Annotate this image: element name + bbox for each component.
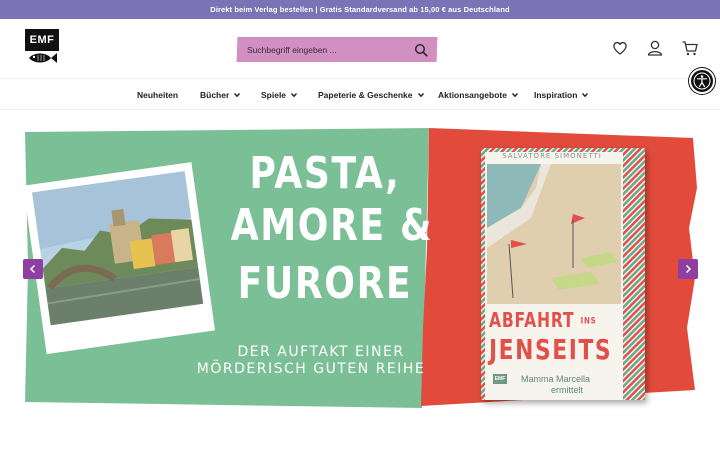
main-nav: Neuheiten Bücher Spiele Papeterie & Gesc… <box>0 78 720 110</box>
nav-item-neuheiten[interactable]: Neuheiten <box>137 79 178 110</box>
subline-1: DER AUFTAKT EINER <box>237 344 405 360</box>
book-title-line-1: ABFAHRT INS <box>489 308 597 332</box>
book-publisher-logo: EMF <box>493 374 507 384</box>
nav-item-label: Spiele <box>261 89 287 100</box>
headline-line-3: FURORE <box>237 258 413 309</box>
book-author: SALVATORE SIMONETTI <box>502 152 602 160</box>
accessibility-icon <box>693 72 711 90</box>
nav-item-aktionsangebote[interactable]: Aktionsangebote <box>438 79 519 110</box>
search-bar[interactable] <box>236 37 438 62</box>
chevron-down-icon <box>417 92 424 97</box>
chevron-down-icon <box>582 92 589 97</box>
book-title-ins: INS <box>580 316 597 327</box>
chevron-left-icon <box>29 264 36 274</box>
nav-item-label: Neuheiten <box>137 89 179 100</box>
book-title-line-2: JENSEITS <box>489 333 613 366</box>
hero-banner[interactable]: PASTA, AMORE & FURORE DER AUFTAKT EINER … <box>25 128 697 408</box>
nav-item-label: Bücher <box>200 89 230 100</box>
site-header: EMF <box>0 19 720 78</box>
logo-text: EMF <box>25 29 59 51</box>
nav-item-label: Aktionsangebote <box>438 89 507 100</box>
fish-icon <box>29 53 57 63</box>
headline-line-1: PASTA, <box>249 148 401 199</box>
search-icon[interactable] <box>414 43 428 57</box>
book-subtitle-2: ermittelt <box>551 385 584 395</box>
accessibility-button[interactable] <box>689 68 715 94</box>
heart-icon[interactable] <box>611 39 629 57</box>
cart-icon[interactable] <box>681 39 699 57</box>
user-icon[interactable] <box>646 39 664 57</box>
search-input[interactable] <box>247 37 407 62</box>
nav-item-buecher[interactable]: Bücher <box>200 79 241 110</box>
nav-item-label: Inspiration <box>534 89 578 100</box>
nav-item-label: Papeterie & Geschenke <box>318 89 413 100</box>
chevron-down-icon <box>291 92 298 97</box>
book-title-abfahrt: ABFAHRT <box>489 308 575 332</box>
chevron-right-icon <box>685 264 692 274</box>
chevron-down-icon <box>511 92 518 97</box>
chevron-down-icon <box>234 92 241 97</box>
slider-prev-button[interactable] <box>23 259 43 279</box>
nav-item-papeterie[interactable]: Papeterie & Geschenke <box>318 79 425 110</box>
emf-logo[interactable]: EMF <box>25 29 59 67</box>
headline-line-2: AMORE & <box>230 200 434 251</box>
announcement-text: Direkt beim Verlag bestellen | Gratis St… <box>210 5 510 14</box>
book-cover[interactable]: SALVATORE SIMONETTI ABFAHRT INS JENSEITS… <box>481 148 645 400</box>
announcement-bar: Direkt beim Verlag bestellen | Gratis St… <box>0 0 720 19</box>
subline-2: MÖRDERISCH GUTEN REIHE <box>196 361 426 377</box>
nav-item-spiele[interactable]: Spiele <box>261 79 298 110</box>
slider-next-button[interactable] <box>678 259 698 279</box>
nav-item-inspiration[interactable]: Inspiration <box>534 79 589 110</box>
book-subtitle-1: Mamma Marcella <box>521 374 591 384</box>
